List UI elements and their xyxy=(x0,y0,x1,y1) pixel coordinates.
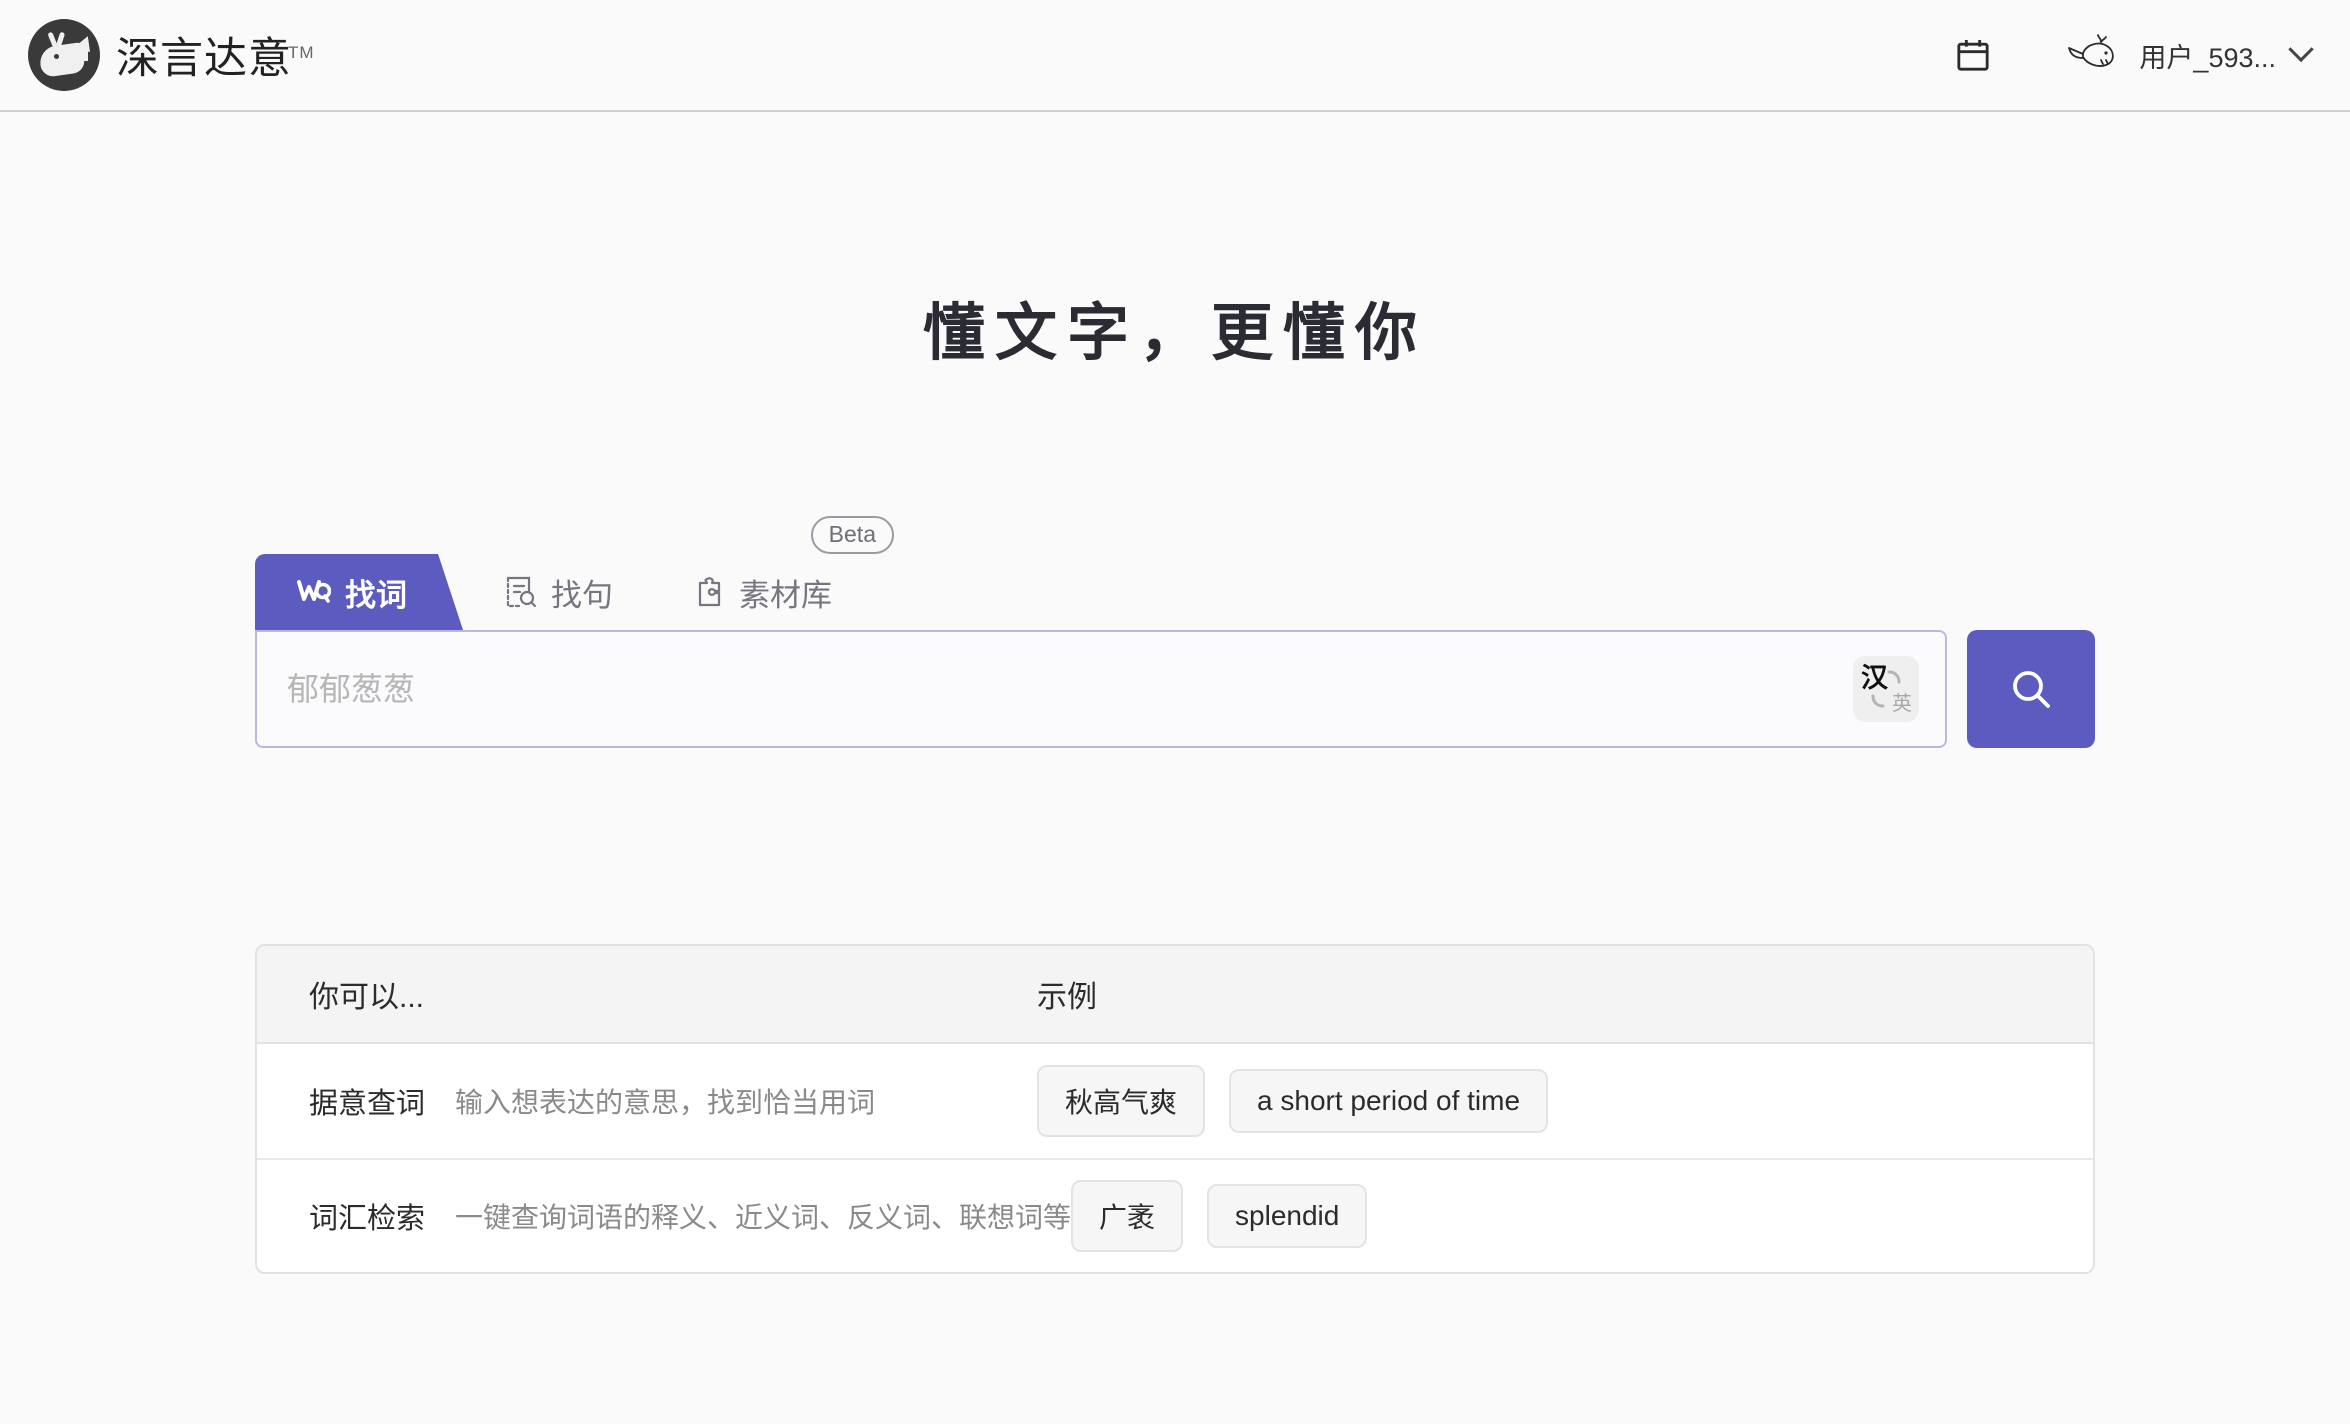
tab-find-word[interactable]: 找词 xyxy=(255,554,463,630)
feature-title: 词汇检索 xyxy=(309,1203,426,1235)
trademark-symbol: TM xyxy=(288,42,315,62)
table-cell-examples: 秋高气爽 a short period of time xyxy=(1037,1065,2093,1137)
word-search-icon xyxy=(297,577,331,607)
table-cell-description: 词汇检索 一键查询词语的释义、近义词、反义词、联想词等 xyxy=(257,1195,1071,1237)
search-section: 找词 找句 素材库 Beta 郁郁葱葱 汉 英 xyxy=(255,516,2095,748)
example-chip[interactable]: a short period of time xyxy=(1229,1069,1549,1133)
whale-logo-icon xyxy=(28,19,100,91)
calendar-icon[interactable] xyxy=(1953,35,1993,75)
feature-description: 一键查询词语的释义、近义词、反义词、联想词等 xyxy=(455,1202,1072,1233)
search-tabs: 找词 找句 素材库 Beta xyxy=(255,516,2095,630)
tab-find-sentence[interactable]: 找句 xyxy=(463,554,653,630)
tab-material-library[interactable]: 素材库 Beta xyxy=(653,516,894,630)
example-chip[interactable]: 广袤 xyxy=(1071,1180,1184,1252)
language-swap-icon[interactable]: 汉 英 xyxy=(1853,656,1919,722)
app-header: 深言达意TM 用户_593... xyxy=(0,0,2350,112)
search-field[interactable]: 汉 英 xyxy=(255,630,1947,748)
document-search-icon xyxy=(505,575,537,609)
table-header-cell-left: 你可以... xyxy=(257,972,1037,1016)
table-cell-examples: 广袤 splendid xyxy=(1071,1180,2093,1252)
table-header-cell-right: 示例 xyxy=(1037,972,2093,1016)
search-input[interactable] xyxy=(287,632,1853,746)
tab-label: 找词 xyxy=(345,577,407,613)
page-title: 懂文字，更懂你 xyxy=(922,300,1427,368)
example-chip[interactable]: 秋高气爽 xyxy=(1037,1065,1206,1137)
capabilities-table: 你可以... 示例 据意查词 输入想表达的意思，找到恰当用词 秋高气爽 a sh… xyxy=(255,944,2095,1274)
material-library-icon xyxy=(695,575,725,609)
chevron-down-icon[interactable] xyxy=(2288,36,2314,63)
logo-spout xyxy=(47,29,68,48)
tab-label: 素材库 xyxy=(739,577,832,613)
table-row: 据意查词 输入想表达的意思，找到恰当用词 秋高气爽 a short period… xyxy=(257,1044,2093,1158)
header-right-cluster: 用户_593... xyxy=(1953,33,2314,78)
table-cell-description: 据意查词 输入想表达的意思，找到恰当用词 xyxy=(257,1080,1037,1122)
tab-label: 找句 xyxy=(551,577,613,613)
user-name: 用户_593... xyxy=(2139,42,2276,73)
search-button[interactable] xyxy=(1967,630,2095,748)
user-menu[interactable]: 用户_593... xyxy=(2065,33,2314,78)
brand-logo[interactable]: 深言达意TM xyxy=(28,19,319,91)
logo-eye xyxy=(54,54,59,59)
example-chip[interactable]: splendid xyxy=(1207,1184,1368,1248)
search-row: 汉 英 xyxy=(255,630,2095,748)
brand-name-text: 深言达意 xyxy=(116,36,292,83)
feature-description: 输入想表达的意思，找到恰当用词 xyxy=(455,1087,876,1118)
whale-avatar-icon xyxy=(2065,33,2123,78)
beta-badge: Beta xyxy=(810,516,894,555)
brand-name: 深言达意TM xyxy=(116,24,319,86)
column-header-label: 示例 xyxy=(1037,981,1097,1014)
table-row: 词汇检索 一键查询词语的释义、近义词、反义词、联想词等 广袤 splendid xyxy=(257,1158,2093,1272)
feature-title: 据意查词 xyxy=(309,1088,426,1120)
column-header-label: 你可以... xyxy=(309,981,425,1014)
table-header-row: 你可以... 示例 xyxy=(257,946,2093,1044)
